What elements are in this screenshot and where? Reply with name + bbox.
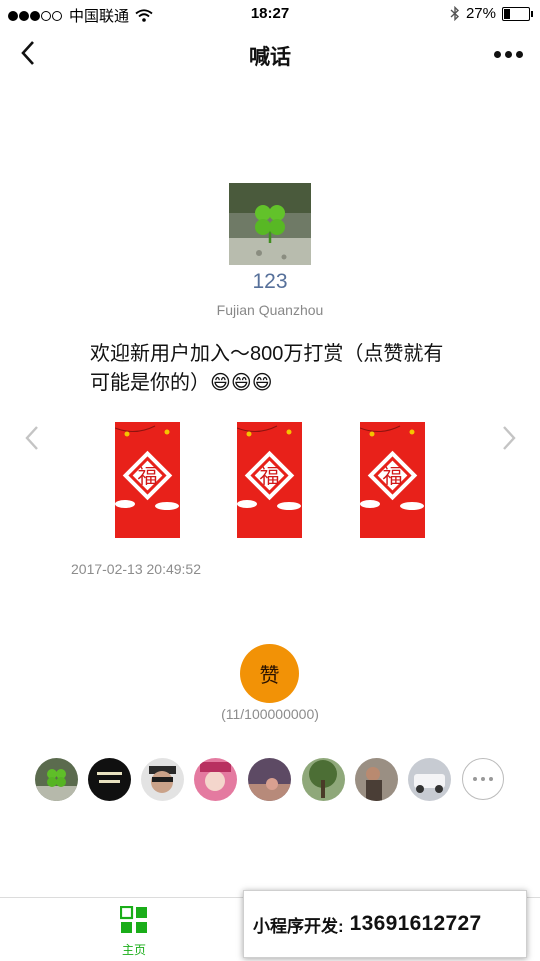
red-packet-image[interactable]: 福 [360, 422, 425, 538]
liker-avatar[interactable] [248, 758, 291, 801]
fu-lantern-graphic: 福 [360, 422, 425, 538]
author-location: Fujian Quanzhou [216, 302, 324, 318]
liker-avatar[interactable] [408, 758, 451, 801]
author-name[interactable]: 123 [0, 270, 540, 294]
more-dots-icon[interactable] [494, 44, 526, 64]
svg-text:福: 福 [383, 464, 403, 488]
status-bar: 中国联通 18:27 27% [0, 0, 540, 28]
promo-label: 小程序开发: [253, 916, 344, 936]
svg-text:福: 福 [260, 464, 280, 488]
grid-icon [119, 905, 147, 933]
more-horizontal-icon[interactable] [462, 758, 504, 800]
like-count: (11/100000000) [221, 706, 319, 722]
author-avatar[interactable] [229, 183, 311, 265]
post-timestamp: 2017-02-13 20:49:52 [71, 561, 201, 577]
chevron-right-icon[interactable] [497, 424, 521, 452]
liker-avatar[interactable] [88, 758, 131, 801]
liker-avatar[interactable] [302, 758, 345, 801]
chevron-left-icon[interactable] [20, 424, 44, 452]
liker-avatar[interactable] [35, 758, 78, 801]
battery-percent: 27% [465, 5, 496, 22]
status-right: 27% [450, 5, 533, 22]
svg-text:福: 福 [138, 464, 158, 488]
clover-photo [229, 183, 311, 265]
tab-home[interactable]: 主页 [104, 905, 164, 958]
fu-lantern-graphic: 福 [115, 422, 180, 538]
red-packet-image[interactable]: 福 [115, 422, 180, 538]
red-packet-image[interactable]: 福 [237, 422, 302, 538]
post-message: 欢迎新用户加入～800万打赏（点赞就有可能是你的）😄😄😄 [90, 343, 444, 394]
liker-avatar[interactable] [355, 758, 398, 801]
like-button[interactable]: 赞 [240, 644, 299, 703]
liker-avatar[interactable] [141, 758, 184, 801]
fu-lantern-graphic: 福 [237, 422, 302, 538]
battery-icon [502, 6, 533, 21]
promo-phone: 13691612727 [349, 912, 482, 935]
tab-home-label: 主页 [121, 943, 146, 957]
liker-avatar[interactable] [194, 758, 237, 801]
promo-banner[interactable]: 小程序开发: 13691612727 [243, 890, 527, 958]
page-title: 喊话 [249, 46, 291, 69]
bluetooth-icon [450, 6, 459, 21]
nav-bar: 喊话 [0, 28, 540, 80]
likers-row [0, 758, 540, 802]
